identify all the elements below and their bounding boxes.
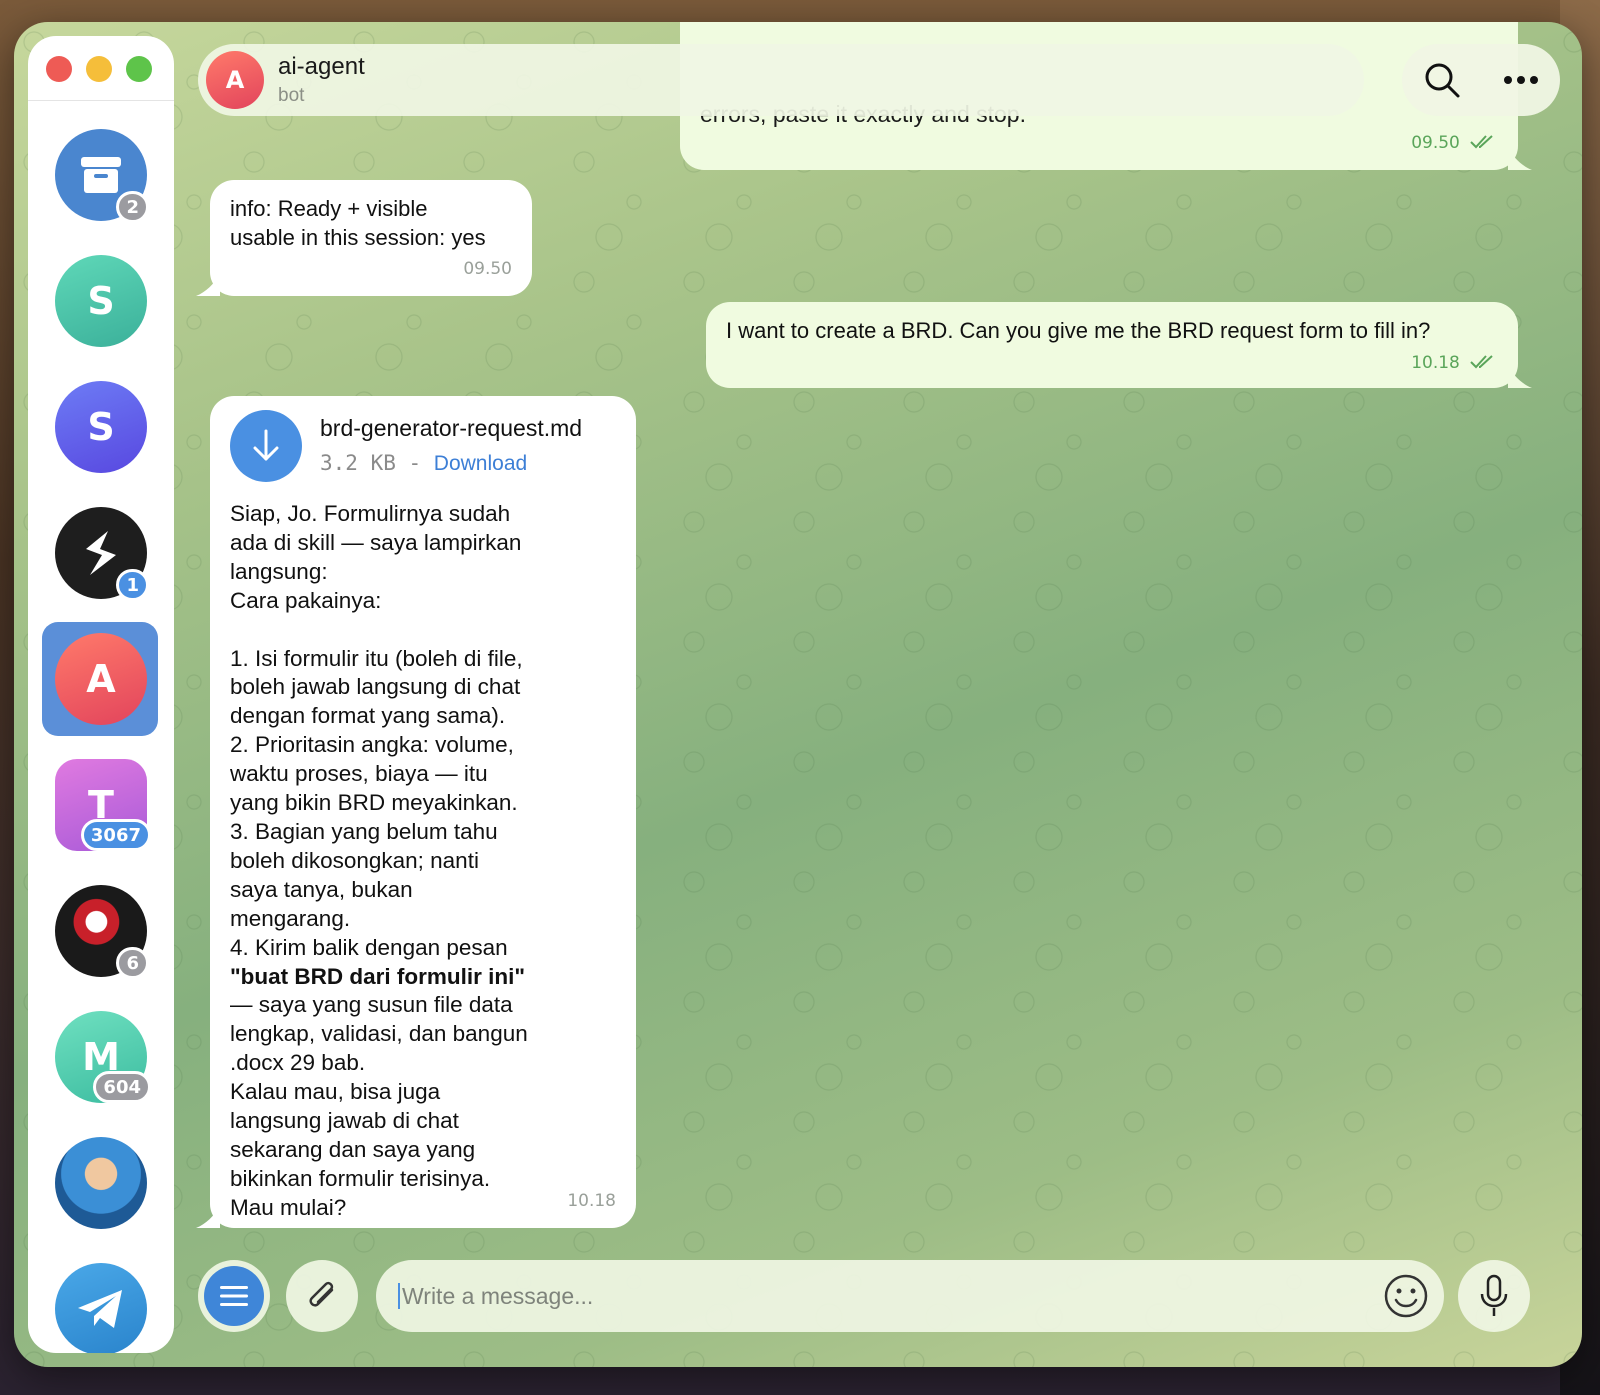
download-link[interactable]: Download [434, 452, 527, 475]
sidebar-item-t[interactable]: T 3067 [28, 748, 174, 862]
avatar: A [55, 633, 147, 725]
message-meta: 09.50 [463, 252, 512, 284]
sidebar-item-m[interactable]: M 604 [28, 1000, 174, 1114]
avatar: M 604 [55, 1011, 151, 1103]
menu-icon [220, 1286, 248, 1306]
file-meta: brd-generator-request.md 3.2 KB - Downlo… [320, 414, 582, 478]
download-arrow-icon [253, 429, 279, 461]
window-controls [46, 56, 152, 82]
avatar: 1 [55, 507, 149, 601]
emoji-button[interactable] [1382, 1272, 1430, 1325]
message-time: 10.18 [567, 1191, 616, 1211]
header-actions [1402, 44, 1560, 116]
more-button[interactable] [1497, 56, 1545, 104]
zoom-window-button[interactable] [126, 56, 152, 82]
text-caret [398, 1283, 400, 1309]
message-bold-text: "buat BRD dari formulir ini" [230, 963, 526, 989]
chat-avatar[interactable]: A [206, 51, 264, 109]
read-check-icon [1470, 355, 1493, 369]
avatar: S [55, 381, 147, 473]
chat-sidebar: 2 S S 1 A T 3067 6 M 604 [28, 36, 174, 1353]
message-time: 09.50 [463, 259, 512, 279]
attach-button[interactable] [286, 1260, 358, 1332]
message-in-info: info: Ready + visible usable in this ses… [210, 180, 532, 296]
unread-badge: 1 [116, 569, 149, 601]
unread-badge: 6 [116, 947, 149, 979]
message-time: 09.50 [1411, 133, 1460, 153]
minimize-window-button[interactable] [86, 56, 112, 82]
avatar: T 3067 [55, 759, 151, 851]
message-out-request: I want to create a BRD. Can you give me … [706, 302, 1518, 388]
menu-button-fill [204, 1266, 264, 1326]
message-input-placeholder: Write a message... [402, 1282, 594, 1309]
archive-icon [81, 157, 121, 193]
person-image [55, 1137, 147, 1229]
message-text: I want to create a BRD. Can you give me … [726, 318, 1431, 343]
message-meta: 10.18 [567, 1184, 616, 1216]
archive-avatar: 2 [55, 129, 149, 223]
message-time: 10.18 [1411, 353, 1460, 373]
message-text: Siap, Jo. Formulirnya sudah ada di skill… [230, 501, 523, 960]
file-attachment[interactable]: brd-generator-request.md 3.2 KB - Downlo… [230, 410, 616, 482]
avatar-letter: S [87, 405, 115, 449]
message-text: info: Ready + visible usable in this ses… [230, 196, 486, 250]
file-size: 3.2 KB [320, 451, 396, 475]
download-button[interactable] [230, 410, 302, 482]
file-separator: - [395, 451, 434, 475]
message-in-form: brd-generator-request.md 3.2 KB - Downlo… [210, 396, 636, 1228]
sidebar-item-group[interactable]: 6 [28, 874, 174, 988]
voice-button[interactable] [1458, 1260, 1530, 1332]
message-meta: 10.18 [1411, 346, 1498, 378]
paperclip-icon [309, 1281, 334, 1307]
sidebar-item-s-logo[interactable]: 1 [28, 496, 174, 610]
sidebar-item-ai-agent[interactable]: A [28, 622, 174, 736]
avatar-letter: S [87, 279, 115, 323]
sidebar-divider [28, 100, 174, 101]
read-check-icon [1470, 135, 1493, 149]
menu-button[interactable] [198, 1260, 270, 1332]
fist-image: 6 [55, 885, 149, 979]
avatar [55, 1263, 147, 1353]
more-icon [1503, 76, 1538, 84]
unread-badge: 604 [93, 1071, 151, 1103]
message-input[interactable]: Write a message... [376, 1260, 1444, 1332]
avatar-letter: A [86, 657, 116, 701]
file-size-row: 3.2 KB - Download [320, 449, 582, 478]
search-button[interactable] [1418, 56, 1466, 104]
message-text-continued: — saya yang susun file data lengkap, val… [230, 992, 528, 1220]
unread-badge: 3067 [80, 819, 151, 851]
microphone-icon [1480, 1274, 1508, 1316]
message-meta: 09.50 [1411, 126, 1498, 158]
sidebar-item-s-teal[interactable]: S [28, 244, 174, 358]
telegram-window: 2 S S 1 A T 3067 6 M 604 09.50 A ai-agen… [14, 22, 1582, 1367]
unread-badge: 2 [116, 191, 149, 223]
sidebar-item-archive[interactable]: 2 [28, 118, 174, 232]
sidebar-item-s-purple[interactable]: S [28, 370, 174, 484]
file-name: brd-generator-request.md [320, 415, 583, 441]
chat-header[interactable]: A ai-agent bot [198, 44, 1364, 116]
telegram-icon [78, 1290, 122, 1328]
s-logo-icon [86, 531, 116, 575]
emoji-icon [1384, 1274, 1428, 1318]
chat-subtitle: bot [278, 85, 305, 106]
search-icon [1425, 63, 1459, 98]
close-window-button[interactable] [46, 56, 72, 82]
sidebar-item-person[interactable] [28, 1126, 174, 1240]
sidebar-item-telegram[interactable] [28, 1252, 174, 1353]
avatar: S [55, 255, 147, 347]
chat-title: ai-agent [278, 53, 365, 80]
chat-title-block: ai-agent bot [278, 53, 365, 107]
